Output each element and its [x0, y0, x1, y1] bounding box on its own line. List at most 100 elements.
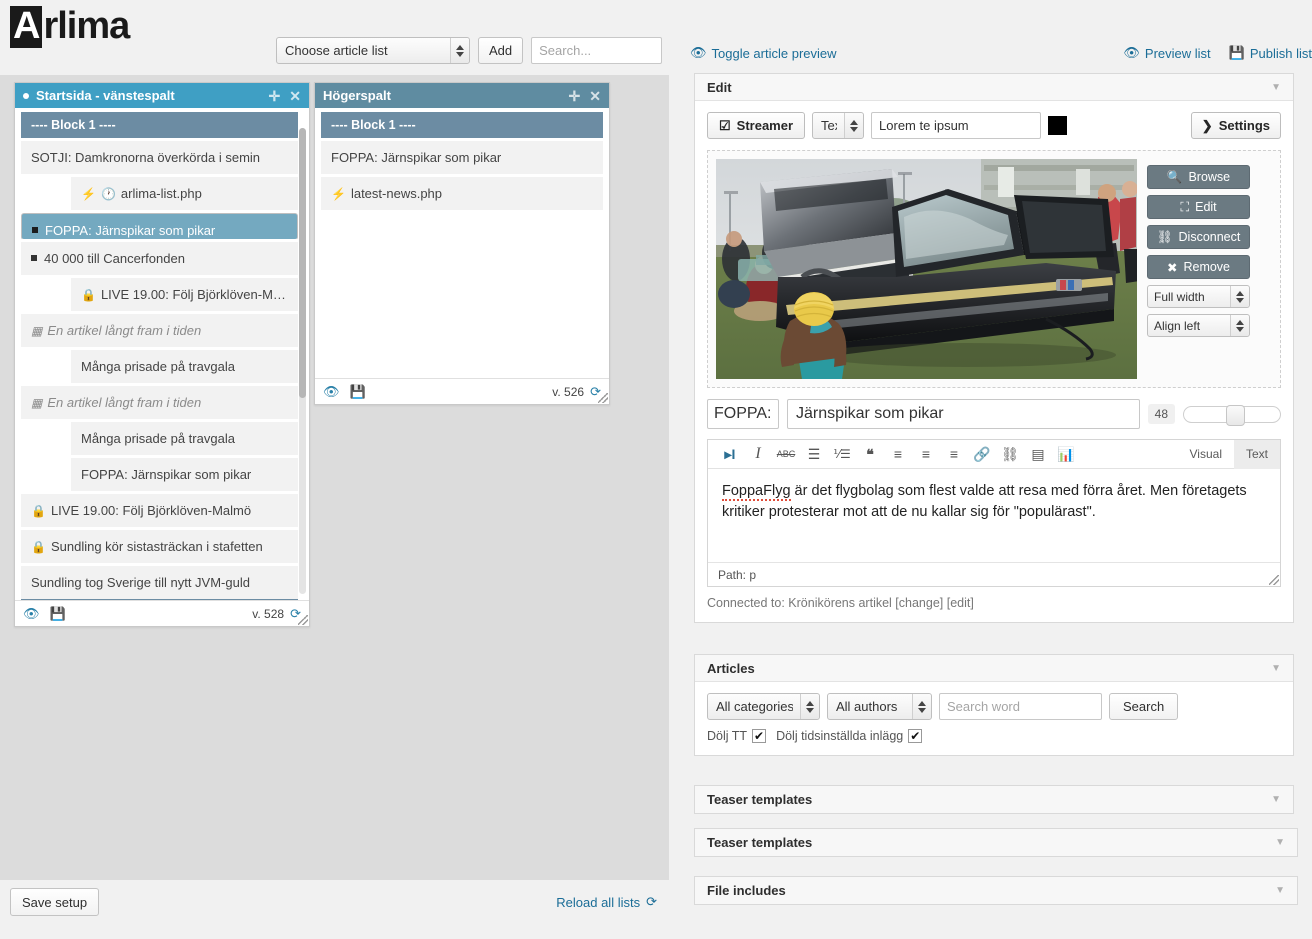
misspelled-word: FoppaFlyg — [722, 483, 791, 501]
image-align-wrapper: Align left — [1147, 314, 1250, 337]
edit-panel-header[interactable]: Edit ▼ — [695, 74, 1293, 101]
hide-tt-checkbox-group[interactable]: Dölj TT ✔ — [707, 729, 767, 743]
list-item[interactable]: FOPPA: Järnspikar som pikar — [71, 458, 298, 492]
insert-chart-icon[interactable]: 📊 — [1052, 447, 1080, 461]
article-image[interactable] — [716, 159, 1137, 379]
preview-list-link[interactable]: 👁 Preview list — [1123, 45, 1210, 61]
browse-image-button[interactable]: 🔍 Browse — [1147, 165, 1250, 189]
title-input[interactable] — [787, 399, 1140, 429]
indent-icon[interactable]: ▸I — [716, 447, 744, 461]
plus-icon[interactable]: ✛ — [269, 89, 281, 103]
numbered-list-icon[interactable]: ⅟☰ — [828, 448, 856, 460]
more-icon[interactable]: ▤ — [1024, 447, 1052, 461]
remove-image-button[interactable]: ✖ Remove — [1147, 255, 1250, 279]
search-word-input[interactable] — [939, 693, 1102, 720]
hide-tt-checkbox[interactable]: ✔ — [752, 729, 767, 743]
close-icon[interactable]: ✕ — [589, 89, 601, 103]
version-label: v. 528 — [252, 606, 285, 621]
settings-label: Settings — [1218, 118, 1270, 133]
list-item[interactable]: ▦ En artikel långt fram i tiden — [21, 386, 298, 420]
slider-knob[interactable] — [1226, 404, 1245, 426]
eye-icon[interactable]: 👁 — [23, 606, 40, 622]
list-item[interactable]: 🔒 LIVE 19.00: Följ Björklöven-Malmö — [21, 494, 298, 528]
list-item[interactable]: ▦ En artikel långt fram i tiden — [21, 314, 298, 348]
list-item[interactable]: Sundling tog Sverige till nytt JVM-guld — [21, 566, 298, 600]
category-select[interactable]: All categories — [707, 693, 820, 720]
choose-article-list-select[interactable]: Choose article list — [276, 37, 470, 64]
link-icon[interactable]: 🔗 — [968, 447, 996, 461]
blockquote-icon[interactable]: ❝ — [856, 447, 884, 461]
settings-button[interactable]: ❯ Settings — [1190, 112, 1281, 139]
plus-icon[interactable]: ✛ — [569, 89, 581, 103]
chevron-down-icon[interactable]: ▼ — [1271, 794, 1281, 805]
file-includes-header[interactable]: File includes ▼ — [695, 877, 1297, 904]
resize-handle[interactable] — [598, 393, 608, 403]
streamer-text-input[interactable] — [871, 112, 1042, 139]
search-icon: 🔍 — [1166, 169, 1183, 184]
calendar-icon: ▦ — [31, 324, 43, 338]
font-size-slider[interactable] — [1183, 404, 1281, 426]
italic-icon[interactable]: I — [744, 446, 772, 462]
streamer-row: ☑ Streamer Text ❯ Settings — [707, 112, 1281, 139]
list-scrollbar[interactable] — [299, 128, 306, 594]
prefix-input[interactable] — [707, 399, 779, 429]
close-icon[interactable]: ✕ — [289, 89, 301, 103]
unlink-icon[interactable]: ⛓ — [996, 447, 1024, 461]
list-item[interactable]: SOTJI: Damkronorna överkörda i semin — [21, 141, 298, 175]
save-disk-icon[interactable]: 💾 — [350, 384, 366, 400]
streamer-label: Streamer — [736, 118, 794, 133]
lock-icon: 🔒 — [81, 288, 96, 302]
eye-icon[interactable]: 👁 — [323, 384, 340, 400]
chevron-down-icon[interactable]: ▼ — [1275, 837, 1285, 848]
tab-visual[interactable]: Visual — [1178, 440, 1234, 469]
teaser-templates-header-2[interactable]: Teaser templates ▼ — [695, 829, 1297, 856]
list-item[interactable]: 🔒 LIVE 19.00: Följ Björklöven-Malmö — [71, 278, 298, 312]
panel-footer-icons-right: 👁 💾 — [323, 384, 366, 400]
list-item[interactable]: Många prisade på travgala — [71, 422, 298, 456]
app-logo: Arlima — [10, 6, 130, 48]
align-center-icon[interactable]: ≡ — [912, 447, 940, 461]
editor-content[interactable]: FoppaFlyg är det flygbolag som flest val… — [708, 469, 1280, 562]
align-right-icon[interactable]: ≡ — [940, 447, 968, 461]
articles-panel-header[interactable]: Articles ▼ — [695, 655, 1293, 682]
strikethrough-icon[interactable]: ABC — [772, 449, 800, 459]
teaser-templates-header-1[interactable]: Teaser templates ▼ — [695, 786, 1293, 813]
chevron-down-icon[interactable]: ▼ — [1275, 885, 1285, 896]
add-button[interactable]: Add — [478, 37, 524, 64]
clock-icon: 🕐 — [100, 187, 116, 201]
list-item[interactable]: 🔒 Sundling kör sistasträckan i stafetten — [21, 530, 298, 564]
streamer-type-select[interactable]: Text — [812, 112, 865, 139]
list-item[interactable]: 40 000 till Cancerfonden — [21, 242, 298, 276]
toggle-article-preview-link[interactable]: 👁 Toggle article preview — [690, 45, 837, 61]
image-align-select[interactable]: Align left — [1147, 314, 1250, 337]
color-swatch[interactable] — [1048, 116, 1068, 135]
publish-list-link[interactable]: 💾 Publish list — [1229, 45, 1312, 61]
list-item[interactable]: FOPPA: Järnspikar som pikar — [321, 141, 603, 175]
list-item[interactable]: FOPPA: Järnspikar som pikar — [21, 213, 298, 240]
author-select[interactable]: All authors — [827, 693, 932, 720]
chevron-down-icon[interactable]: ▼ — [1271, 663, 1281, 674]
search-button[interactable]: Search — [1109, 693, 1179, 720]
image-width-select[interactable]: Full width — [1147, 285, 1250, 308]
refresh-icon: ⟳ — [646, 894, 657, 909]
connected-to-text[interactable]: Connected to: Krönikörens artikel [chang… — [707, 596, 1281, 610]
save-setup-button[interactable]: Save setup — [10, 888, 100, 916]
hide-scheduled-checkbox-group[interactable]: Dölj tidsinställda inlägg ✔ — [776, 729, 923, 743]
list-item[interactable]: ⚡ latest-news.php — [321, 177, 603, 211]
list-scrollbar-thumb[interactable] — [299, 128, 306, 398]
streamer-toggle-button[interactable]: ☑ Streamer — [707, 112, 806, 139]
tab-text[interactable]: Text — [1233, 439, 1280, 469]
editor-resize-handle[interactable] — [1269, 575, 1279, 585]
bullet-list-icon[interactable]: ☰ — [800, 447, 828, 461]
resize-handle[interactable] — [298, 615, 308, 625]
chevron-down-icon[interactable]: ▼ — [1271, 82, 1281, 93]
save-disk-icon[interactable]: 💾 — [50, 606, 66, 622]
align-left-icon[interactable]: ≡ — [884, 447, 912, 461]
disconnect-image-button[interactable]: ⛓ Disconnect — [1147, 225, 1250, 249]
list-item[interactable]: ⚡ 🕐 arlima-list.php — [71, 177, 298, 211]
search-input[interactable] — [531, 37, 663, 64]
reload-all-lists-link[interactable]: Reload all lists ⟳ — [556, 894, 657, 910]
edit-image-button[interactable]: ⛶ Edit — [1147, 195, 1250, 219]
hide-scheduled-checkbox[interactable]: ✔ — [908, 729, 923, 743]
list-item[interactable]: Många prisade på travgala — [71, 350, 298, 384]
